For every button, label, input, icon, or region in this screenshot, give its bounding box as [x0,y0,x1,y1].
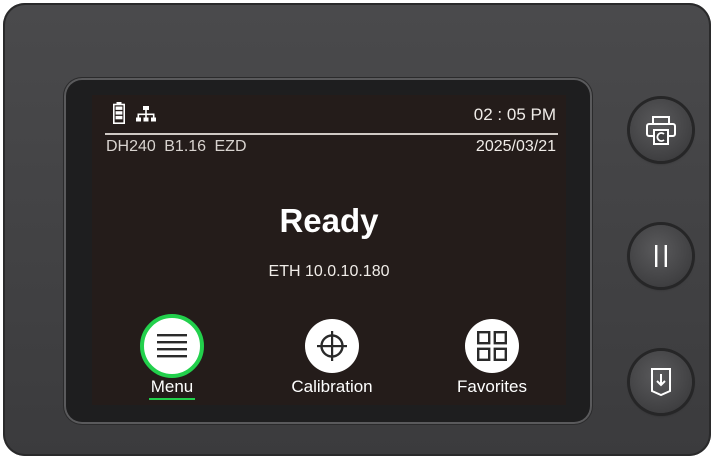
printer-status-title: Ready [279,202,379,239]
current-date: 2025/03/21 [475,138,556,155]
lcd-screen: 02 : 05 PM DH240 B1.16 EZD 2025/03/21 Re… [92,95,566,405]
nav-favorites-button[interactable]: Favorites [432,316,552,405]
grid-icon [477,331,507,361]
network-icon [136,106,156,122]
nav-calibration-button[interactable]: Calibration [272,316,392,405]
hamburger-menu-icon [157,334,187,358]
calibration-icon-circle[interactable] [305,319,359,373]
model-firmware-info: DH240 B1.16 EZD [106,138,247,155]
nav-favorites-label: Favorites [457,377,527,396]
pause-button[interactable] [630,225,692,287]
nav-menu-button[interactable]: Menu [112,314,232,405]
favorites-icon-circle[interactable] [465,319,519,373]
ip-address: ETH 10.0.10.180 [268,263,390,280]
crosshair-icon [317,331,347,361]
pause-icon [655,245,667,267]
status-divider [105,133,558,135]
battery-full-icon [113,102,125,124]
active-underline [149,398,195,400]
print-copy-icon [646,116,676,145]
nav-calibration-label: Calibration [291,377,373,396]
clock-time: 02 : 05 PM [473,105,556,124]
nav-menu-label: Menu [150,377,194,396]
menu-icon-circle[interactable] [140,314,204,378]
feed-button[interactable] [630,351,692,413]
status-bar: 02 : 05 PM [92,95,566,135]
print-copy-button[interactable] [630,99,692,161]
feed-icon [651,368,671,396]
